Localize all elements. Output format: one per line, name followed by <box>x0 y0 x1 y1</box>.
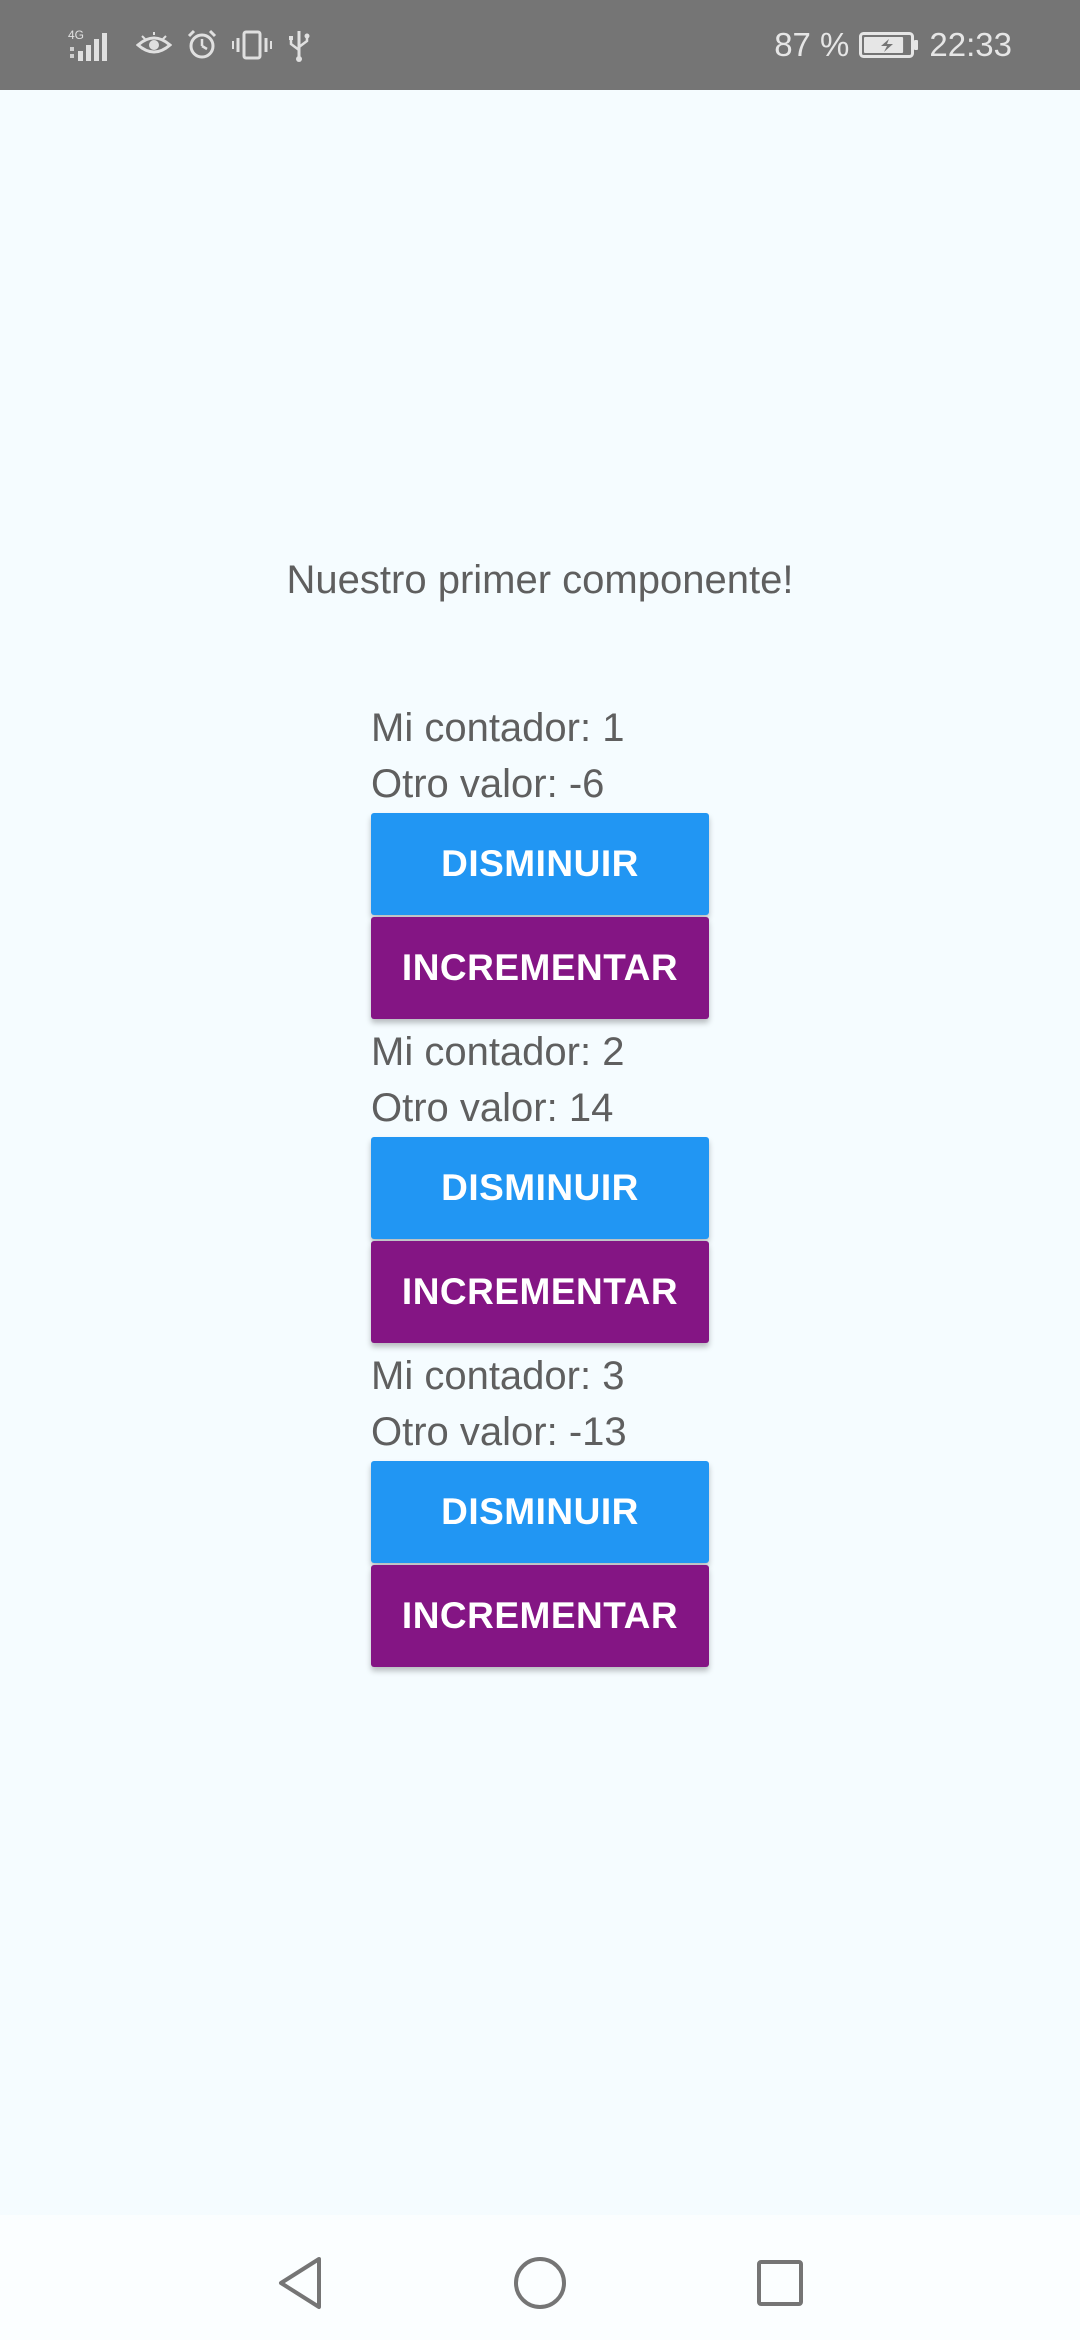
status-icons: 4G <box>68 0 312 90</box>
vibrate-icon <box>232 25 272 65</box>
eye-icon <box>136 25 172 65</box>
counter-label: Mi contador: 1 <box>371 706 625 750</box>
battery-icon <box>859 30 919 60</box>
status-right: 87 % 22:33 <box>774 0 1012 90</box>
decrease-button[interactable]: DISMINUIR <box>371 1137 709 1239</box>
counter-label: Mi contador: 3 <box>371 1354 625 1398</box>
counter-group-2: Mi contador: 2 Otro valor: 14 DISMINUIR … <box>371 1024 709 1343</box>
signal-icon: 4G <box>68 25 122 65</box>
decrease-button[interactable]: DISMINUIR <box>371 1461 709 1563</box>
home-icon[interactable] <box>510 2253 570 2313</box>
alarm-icon <box>186 25 218 65</box>
increase-button[interactable]: INCREMENTAR <box>371 917 709 1019</box>
counter-group-3: Mi contador: 3 Otro valor: -13 DISMINUIR… <box>371 1348 709 1667</box>
battery-percent: 87 % <box>774 26 850 63</box>
clock: 22:33 <box>929 26 1012 63</box>
recents-icon[interactable] <box>750 2253 810 2313</box>
counter-group-1: Mi contador: 1 Otro valor: -6 DISMINUIR … <box>371 700 709 1019</box>
back-icon[interactable] <box>270 2253 330 2313</box>
counter-label: Mi contador: 2 <box>371 1030 625 1074</box>
usb-icon <box>286 25 312 65</box>
status-bar: 4G 87 % 22:33 <box>0 0 1080 90</box>
other-value-label: Otro valor: -13 <box>371 1410 627 1454</box>
other-value-label: Otro valor: -6 <box>371 762 605 806</box>
navigation-bar <box>0 2215 1080 2340</box>
svg-text:4G: 4G <box>68 28 84 42</box>
decrease-button[interactable]: DISMINUIR <box>371 813 709 915</box>
increase-button[interactable]: INCREMENTAR <box>371 1565 709 1667</box>
page-title: Nuestro primer componente! <box>286 558 794 602</box>
other-value-label: Otro valor: 14 <box>371 1086 614 1130</box>
increase-button[interactable]: INCREMENTAR <box>371 1241 709 1343</box>
